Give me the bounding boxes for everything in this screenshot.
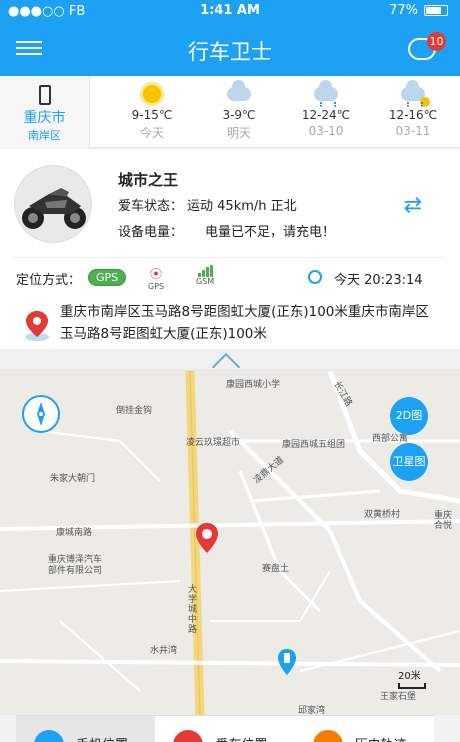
location-pin-icon [25,311,49,341]
location-info-row: 定位方式： GPS ⦿ GPS GSM 今天 20:23:14 [16,265,446,291]
power-value: 电量已不足，请充电！ [205,225,336,240]
battery-percent: 77% [389,3,418,18]
tab-label: 历史轨迹 [355,734,407,742]
tab-label: 手机位置 [76,734,128,742]
location-time: 今天 20:23:14 [334,273,423,288]
switch-vehicle-icon[interactable]: ⇄ [404,193,422,218]
phone-icon [38,85,51,105]
clock-icon [308,270,322,284]
page-title: 行车卫士 [188,40,272,64]
vehicle-power-row: 设备电量： 电量已不足，请充电！ [118,221,335,240]
tab-label: 爱车位置 [215,734,267,742]
phone-location-icon [34,730,64,742]
vehicle-name: 城市之王 [118,171,179,189]
bottom-tabs: 手机位置 爱车位置 历史轨迹 [16,715,434,742]
weather-day: 12-24℃ 03-10 [282,76,370,148]
top-bar: ●●●○○ FB 1:41 AM 77% 行车卫士 10 [0,0,460,76]
status-value: 运动 45km/h 正北 [187,199,297,214]
compass-icon[interactable] [22,395,60,433]
cloud-icon [227,80,251,101]
status-bar: ●●●○○ FB 1:41 AM 77% [0,0,460,22]
divider [14,257,446,258]
map-view[interactable]: 康园西城小学 长江路 倒挂金钩 凌云玖璟超市 康园西城五组团 西部公寓 朱家大朝… [0,371,460,715]
map-label: 康园西城小学 [226,380,281,390]
map-label: 倒挂金钩 [116,406,153,416]
weather-day: 9-15℃ 今天 [108,76,196,148]
tab-history-track[interactable]: 历史轨迹 [295,716,434,742]
city-selector[interactable]: 重庆市 南岸区 [0,76,90,148]
city-name: 重庆市 [23,110,66,126]
gsm-signal-icon: GSM [196,265,214,286]
battery-level [426,7,442,14]
map-label: 水井湾 [150,646,178,656]
map-label: 邱家湾 [298,706,326,715]
location-mode-label: 定位方式： [16,273,82,288]
map-label: 康城南路 [56,528,93,538]
weather-temp: 12-16℃ [388,108,438,122]
satellite-button[interactable]: 卫星图 [390,443,428,481]
weather-temp: 3-9℃ [222,108,256,122]
address-text: 重庆市南岸区玉马路8号距图虹大厦(正东)100米重庆市南岸区玉马路8号距图虹大厦… [60,304,429,342]
gps-badge: GPS [88,269,127,286]
map-label: 凌云玖璟超市 [186,438,241,448]
motorcycle-avatar[interactable] [14,165,92,243]
car-location-marker-icon[interactable] [194,521,220,557]
history-track-icon [312,730,343,742]
map-label: 重庆合悦 [434,511,453,531]
battery-indicator: 77% [389,3,448,18]
message-badge: 10 [427,32,446,51]
power-label: 设备电量： [118,225,184,240]
map-label: 康园西城五组团 [282,440,346,450]
weather-day: 3-9℃ 明天 [195,76,283,148]
car-location-icon [173,730,204,742]
map-label: 大学城中路 [188,585,198,635]
collapse-handle[interactable] [0,349,460,382]
weather-day-label: 今天 [139,126,164,140]
sun-icon [143,85,161,103]
tab-phone-location[interactable]: 手机位置 [16,716,156,742]
gps-signal-icon: ⦿ GPS [148,267,165,291]
weather-day-label: 03-10 [308,124,344,138]
tab-car-location[interactable]: 爱车位置 [155,716,294,742]
map-label: 双黄桥村 [364,510,401,520]
vehicle-card: 城市之王 爱车状态： 运动 45km/h 正北 设备电量： 电量已不足，请充电！ ⇄… [0,149,460,349]
weather-temp: 12-24℃ [301,108,351,122]
phone-location-marker-icon[interactable] [276,647,298,677]
rain-icon [314,80,338,107]
map-label: 朱家大朝门 [50,474,96,484]
battery-icon [424,5,448,16]
map-2d-button[interactable]: 2D图 [390,397,428,435]
weather-day-label: 明天 [226,126,251,140]
map-label: 重庆博泽汽车部件有限公司 [48,555,103,576]
status-label: 爱车状态： [118,199,184,214]
map-scale: 20米 [398,667,426,689]
map-scale-label: 20米 [398,671,421,682]
vehicle-status-row: 爱车状态： 运动 45km/h 正北 [118,195,297,214]
district-name: 南岸区 [28,129,61,142]
weather-day: 12-16℃ 03-11 [369,76,457,148]
sun-rain-icon [401,80,430,107]
map-label: 王家石堡 [380,692,417,702]
weather-day-label: 03-11 [395,124,431,138]
weather-temp: 9-15℃ [131,108,173,122]
weather-bar: 重庆市 南岸区 9-15℃ 今天 3-9℃ 明天 12-24℃ 03-10 12… [0,76,460,148]
map-label: 赛盘土 [262,564,290,574]
